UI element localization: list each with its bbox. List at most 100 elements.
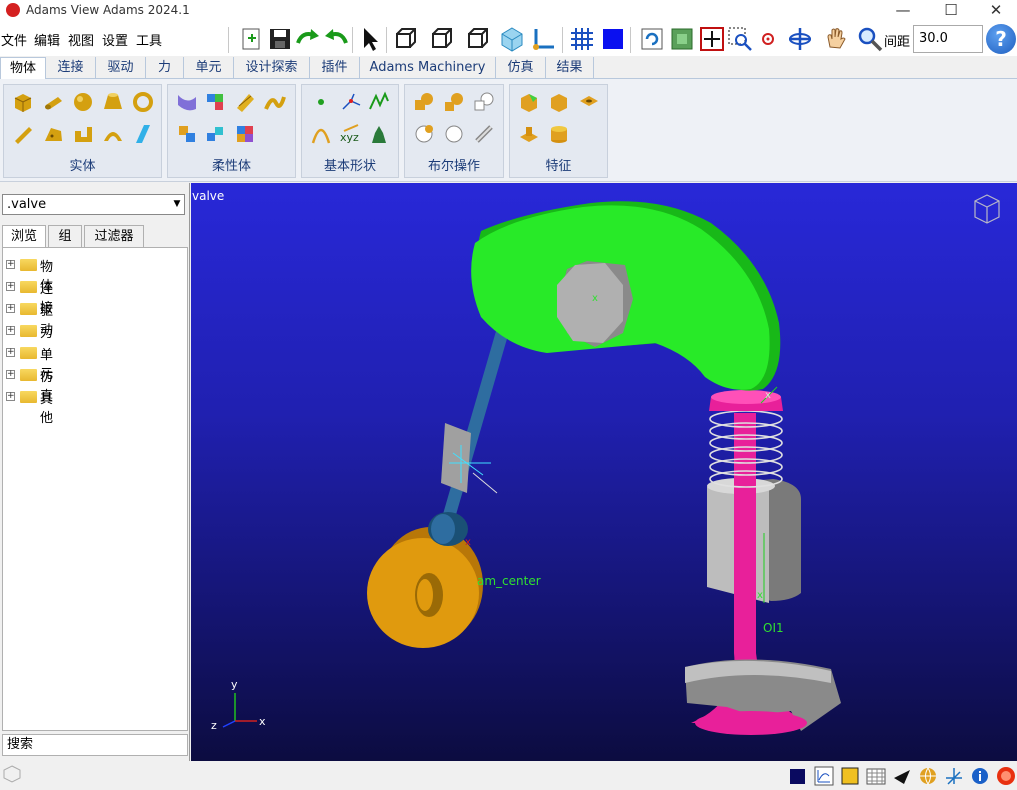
tab-browse[interactable]: 浏览 (2, 225, 46, 247)
boolean-subtract-icon[interactable] (473, 91, 495, 113)
graph-icon[interactable] (814, 766, 834, 786)
search-input[interactable]: 搜索 (2, 734, 188, 756)
point-icon[interactable] (310, 91, 332, 113)
flex-convert-icon[interactable] (204, 91, 226, 113)
tab-adams-machinery[interactable]: Adams Machinery (360, 57, 496, 79)
boolean-chain-icon[interactable] (473, 123, 495, 145)
zoom-window-icon[interactable] (726, 25, 754, 53)
tab-results[interactable]: 结果 (546, 57, 594, 79)
view-cube-icon[interactable] (974, 194, 1000, 224)
menu-file[interactable]: 文件 (1, 30, 27, 49)
boolean-merge-icon[interactable] (413, 123, 435, 145)
valve-head[interactable] (695, 711, 807, 735)
chevron-down-icon[interactable]: ▼ (170, 194, 184, 215)
expand-icon[interactable]: + (6, 282, 15, 291)
polyline-icon[interactable] (368, 91, 390, 113)
flex-modify-icon[interactable] (234, 123, 256, 145)
flex-beam-icon[interactable] (234, 91, 256, 113)
select-arrow-icon[interactable] (356, 25, 384, 53)
tab-forces[interactable]: 力 (146, 57, 184, 79)
tab-filters[interactable]: 过滤器 (84, 225, 144, 247)
fit-view-icon[interactable] (668, 25, 696, 53)
pan-hand-icon[interactable] (822, 25, 850, 53)
boolean-union-icon[interactable] (413, 91, 435, 113)
tab-design-exploration[interactable]: 设计探索 (234, 57, 310, 79)
color-icon[interactable] (840, 766, 860, 786)
view-top-icon[interactable] (464, 25, 492, 53)
arc-icon[interactable] (310, 123, 332, 145)
tab-groups[interactable]: 组 (48, 225, 82, 247)
boolean-split-icon[interactable] (443, 123, 465, 145)
spline-icon[interactable]: xyz (340, 123, 362, 145)
grid-icon[interactable] (866, 766, 886, 786)
status-view-cube-icon[interactable] (2, 764, 22, 784)
help-button[interactable]: ? (986, 24, 1016, 54)
plane-icon[interactable] (132, 123, 154, 145)
boss-icon[interactable] (518, 123, 540, 145)
tab-plugins[interactable]: 插件 (310, 57, 360, 79)
zoom-box-icon[interactable] (698, 25, 726, 53)
close-button[interactable]: ✕ (973, 0, 1017, 22)
joint-block[interactable] (441, 423, 471, 493)
coordinate-system-icon[interactable] (944, 766, 964, 786)
dummy-part-icon[interactable] (368, 123, 390, 145)
menu-edit[interactable]: 编辑 (34, 30, 60, 49)
cylinder-icon[interactable] (42, 91, 64, 113)
spacing-input[interactable]: 30.0 (913, 25, 983, 53)
model-select[interactable]: .valve (2, 194, 185, 215)
globe-icon[interactable] (918, 766, 938, 786)
torus-icon[interactable] (132, 91, 154, 113)
zoom-icon[interactable] (856, 25, 884, 53)
marker-icon[interactable] (340, 91, 362, 113)
boolean-intersect-icon[interactable] (443, 91, 465, 113)
flag-icon[interactable] (892, 766, 912, 786)
tab-simulation[interactable]: 仿真 (496, 57, 546, 79)
pushrod[interactable] (441, 307, 515, 525)
new-model-icon[interactable] (238, 25, 266, 53)
sphere-icon[interactable] (72, 91, 94, 113)
mesh-render-icon[interactable] (568, 25, 596, 53)
box-icon[interactable] (12, 91, 34, 113)
expand-icon[interactable]: + (6, 348, 15, 357)
redo-icon[interactable] (294, 25, 322, 53)
tab-bodies[interactable]: 物体 (0, 57, 46, 79)
flex-swap-icon[interactable] (176, 123, 198, 145)
menu-view[interactable]: 视图 (68, 30, 94, 49)
maximize-button[interactable]: ☐ (928, 0, 974, 22)
shell-icon[interactable] (548, 123, 570, 145)
menu-tools[interactable]: 工具 (136, 30, 162, 49)
tab-elements[interactable]: 单元 (184, 57, 234, 79)
expand-icon[interactable]: + (6, 304, 15, 313)
revolution-icon[interactable] (102, 123, 124, 145)
tab-connectors[interactable]: 连接 (46, 57, 96, 79)
frustum-icon[interactable] (102, 91, 124, 113)
flex-attach-icon[interactable] (204, 123, 226, 145)
flex-cable-icon[interactable] (264, 91, 286, 113)
view-iso-icon[interactable] (498, 25, 526, 53)
expand-icon[interactable]: + (6, 326, 15, 335)
flex-body-icon[interactable] (176, 91, 198, 113)
plate-icon[interactable] (42, 123, 64, 145)
expand-icon[interactable]: + (6, 370, 15, 379)
render-mode-icon[interactable] (788, 766, 808, 786)
refresh-view-icon[interactable] (638, 25, 666, 53)
chamfer-icon[interactable] (518, 91, 540, 113)
expand-icon[interactable]: + (6, 260, 15, 269)
3d-viewport[interactable]: x x x x am_center OI1 valve y x z (191, 183, 1017, 761)
link-icon[interactable] (12, 123, 34, 145)
coordinate-axes-icon[interactable] (530, 25, 558, 53)
rotate-view-icon[interactable] (786, 25, 814, 53)
expand-icon[interactable]: + (6, 392, 15, 401)
minimize-button[interactable]: — (880, 0, 926, 22)
hole-icon[interactable] (578, 91, 600, 113)
stop-icon[interactable] (996, 766, 1016, 786)
view-front-icon[interactable] (392, 25, 420, 53)
view-side-icon[interactable] (428, 25, 456, 53)
info-icon[interactable] (970, 766, 990, 786)
undo-icon[interactable] (322, 25, 350, 53)
tab-motions[interactable]: 驱动 (96, 57, 146, 79)
save-icon[interactable] (266, 25, 294, 53)
center-view-icon[interactable] (756, 25, 784, 53)
menu-settings[interactable]: 设置 (102, 30, 128, 49)
fillet-icon[interactable] (548, 91, 570, 113)
